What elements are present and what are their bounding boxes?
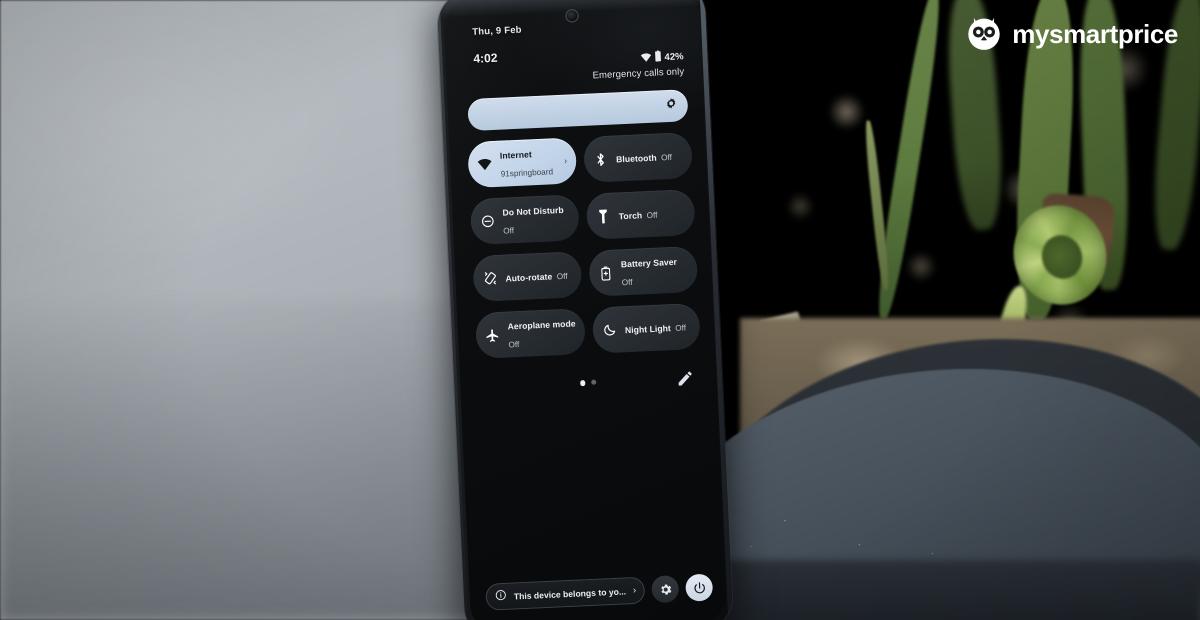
tile-title: Aeroplane mode [507, 318, 576, 332]
quick-settings-footer: This device belongs to yo... › [485, 573, 714, 611]
brightness-slider[interactable] [467, 89, 689, 132]
tile-label-group: Aeroplane mode Off [507, 313, 577, 352]
tile-subtitle: Off [621, 277, 633, 288]
watermark-brand: mysmartprice [1012, 19, 1178, 49]
torch-icon [595, 208, 611, 224]
tile-label-group: Night Light Off [625, 317, 692, 338]
wifi-icon [640, 49, 652, 67]
wifi-icon [477, 157, 493, 173]
status-clock: 4:02 [473, 50, 498, 66]
tile-do-not-disturb[interactable]: Do Not Disturb Off [469, 194, 580, 246]
tile-subtitle: Off [508, 340, 520, 350]
page-dot-active[interactable] [579, 380, 586, 386]
tile-title: Torch [618, 210, 643, 222]
tile-label-group: Bluetooth Off [616, 146, 684, 167]
quick-settings-tiles: Internet 91springboard › Bluetooth Off D… [467, 132, 701, 359]
tile-torch[interactable]: Torch Off [585, 188, 696, 240]
tile-night-light[interactable]: Night Light Off [591, 302, 701, 354]
tile-row: Do Not Disturb Off Torch Off [469, 186, 696, 246]
night-light-icon [602, 322, 618, 338]
chevron-right-icon[interactable]: › [564, 156, 567, 166]
chevron-right-icon[interactable]: › [633, 585, 637, 596]
battery-icon [654, 48, 662, 66]
auto-rotate-icon [482, 270, 498, 286]
tile-label-group: Torch Off [618, 203, 686, 224]
status-date: Thu, 9 Feb [471, 24, 522, 38]
tile-title: Battery Saver [620, 256, 678, 270]
carrier-status-label: Emergency calls only [592, 66, 685, 82]
tile-title: Auto-rotate [505, 271, 553, 284]
tile-battery-saver[interactable]: Battery Saver Off [588, 245, 699, 297]
owl-logo-icon [966, 14, 1002, 55]
smartphone: Thu, 9 Feb 4:02 42% Emergency calls only… [436, 0, 734, 620]
tile-row: Internet 91springboard › Bluetooth Off [467, 132, 694, 189]
status-icons: 42% [640, 47, 684, 67]
phone-body: Thu, 9 Feb 4:02 42% Emergency calls only… [436, 0, 734, 620]
tile-auto-rotate[interactable]: Auto-rotate Off [472, 251, 583, 303]
settings-button[interactable] [651, 575, 680, 604]
watermark: mysmartprice [966, 14, 1178, 55]
battery-percent-label: 42% [664, 50, 684, 63]
aeroplane-icon [485, 327, 501, 343]
brightness-icon [664, 97, 678, 116]
tile-row: Auto-rotate Off Battery Saver Off [472, 240, 699, 303]
background-wall-shadow [0, 300, 470, 620]
phone-screen: Thu, 9 Feb 4:02 42% Emergency calls only… [442, 0, 728, 620]
device-owner-chip[interactable]: This device belongs to yo... › [485, 576, 646, 611]
edit-tiles-button[interactable] [676, 369, 695, 388]
do-not-disturb-icon [479, 214, 495, 230]
tile-title: Internet [499, 149, 532, 161]
tile-title: Bluetooth [615, 152, 657, 165]
info-icon [494, 587, 507, 606]
tile-subtitle: Off [503, 226, 515, 236]
battery-saver-icon [598, 265, 614, 281]
device-owner-label: This device belongs to yo... [513, 585, 627, 602]
tile-subtitle: Off [556, 271, 568, 282]
tile-bluetooth[interactable]: Bluetooth Off [583, 132, 694, 183]
quick-settings-panel: Thu, 9 Feb 4:02 42% Emergency calls only… [443, 0, 727, 620]
page-dot[interactable] [591, 379, 597, 385]
tile-label-group: Do Not Disturb Off [502, 200, 571, 239]
tile-internet[interactable]: Internet 91springboard › [467, 137, 578, 189]
photo-scene: Thu, 9 Feb 4:02 42% Emergency calls only… [0, 0, 1200, 620]
tile-aeroplane-mode[interactable]: Aeroplane mode Off [474, 308, 586, 359]
power-button[interactable] [685, 573, 714, 602]
tile-subtitle: Off [646, 210, 658, 221]
background-ground [700, 560, 1200, 620]
tile-label-group: Internet 91springboard [499, 143, 557, 182]
tile-subtitle: Off [675, 323, 687, 333]
tile-row: Aeroplane mode Off Night Light Off [474, 294, 701, 359]
tile-title: Do Not Disturb [502, 204, 564, 218]
tile-title: Night Light [624, 323, 672, 336]
tile-subtitle: Off [660, 152, 673, 163]
tile-label-group: Battery Saver Off [620, 251, 689, 290]
tile-label-group: Auto-rotate Off [505, 266, 573, 287]
bluetooth-icon [593, 151, 609, 167]
tile-subtitle: 91springboard [500, 167, 554, 179]
